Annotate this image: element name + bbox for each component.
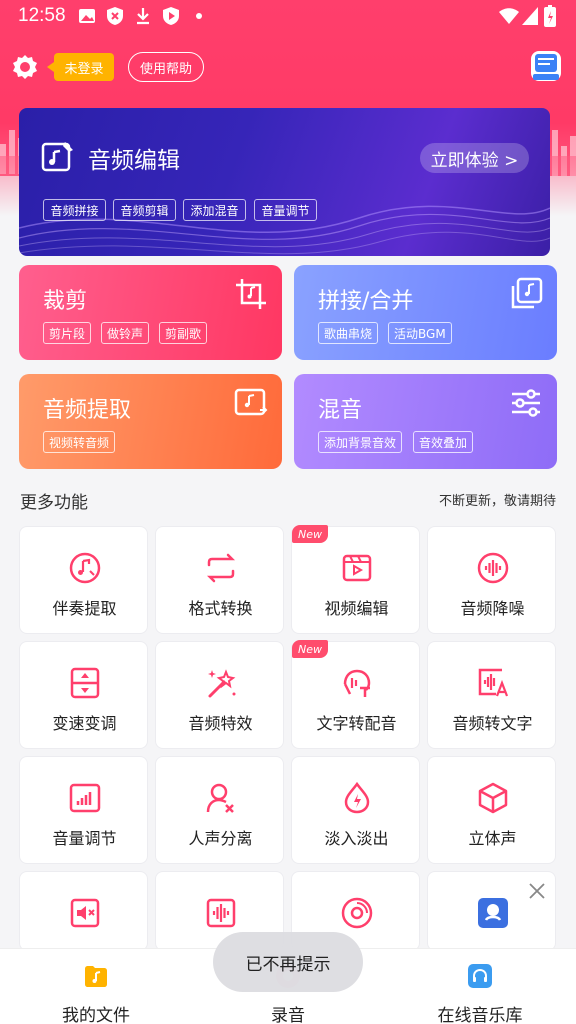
tile-vocal-separation[interactable]: 人声分离 bbox=[155, 756, 284, 864]
tile-audio-to-text[interactable]: 音频转文字 bbox=[427, 641, 556, 749]
tile-label: 格式转换 bbox=[188, 599, 253, 618]
download-icon bbox=[137, 8, 149, 25]
try-now-button[interactable]: 立即体验 > bbox=[420, 143, 529, 173]
audio-edit-icon bbox=[41, 142, 73, 172]
card-tag: 剪副歌 bbox=[159, 322, 208, 344]
folder-music-icon bbox=[85, 966, 107, 987]
tile-label: 音频降噪 bbox=[460, 599, 525, 618]
settings-gear-icon[interactable] bbox=[10, 52, 40, 82]
card-title: 音频提取 bbox=[43, 398, 132, 423]
nav-label: 录音 bbox=[271, 1006, 305, 1024]
card-tag: 剪片段 bbox=[43, 322, 92, 344]
nav-label: 在线音乐库 bbox=[437, 1006, 523, 1024]
image-icon bbox=[79, 9, 95, 23]
tile-volume-adjust[interactable]: 音量调节 bbox=[19, 756, 148, 864]
crop-card[interactable]: 裁剪 剪片段 做铃声 剪副歌 bbox=[19, 265, 282, 360]
mix-card[interactable]: 混音 添加背景音效 音效叠加 bbox=[294, 374, 557, 469]
tile-speed-pitch[interactable]: 变速变调 bbox=[19, 641, 148, 749]
card-tag: 音效叠加 bbox=[413, 431, 474, 453]
help-button[interactable]: 使用帮助 bbox=[128, 52, 204, 82]
notification-dot bbox=[196, 13, 202, 19]
headphones-icon bbox=[468, 964, 492, 988]
feedback-icon[interactable] bbox=[528, 48, 564, 84]
card-title: 混音 bbox=[318, 398, 363, 423]
volume-bars-icon bbox=[69, 783, 101, 813]
shield-icon bbox=[107, 7, 123, 25]
cube-icon bbox=[478, 782, 508, 814]
tile-label: 变速变调 bbox=[52, 714, 117, 733]
banner-tag: 音频拼接 bbox=[43, 199, 106, 221]
banner-tag: 音量调节 bbox=[254, 199, 317, 221]
more-features-subtitle: 不断更新，敬请期待 bbox=[438, 494, 556, 509]
fade-icon bbox=[344, 781, 370, 814]
card-title: 拼接/合并 bbox=[318, 289, 414, 314]
voice-assistant-icon bbox=[478, 898, 508, 928]
login-status-badge[interactable]: 未登录 bbox=[47, 53, 114, 81]
new-badge: New bbox=[292, 525, 328, 543]
battery-icon bbox=[544, 5, 556, 27]
join-merge-card[interactable]: 拼接/合并 歌曲串烧 活动BGM bbox=[294, 265, 557, 360]
banner-title: 音频编辑 bbox=[88, 148, 180, 174]
card-tag: 歌曲串烧 bbox=[318, 322, 379, 344]
wifi-icon bbox=[499, 8, 519, 24]
tile-label: 视频编辑 bbox=[324, 599, 389, 618]
mixer-sliders-icon bbox=[512, 389, 540, 417]
repeat-icon bbox=[206, 553, 236, 583]
merge-icon bbox=[511, 277, 543, 309]
signal-icon bbox=[522, 7, 538, 25]
audio-extract-icon bbox=[234, 388, 268, 416]
magic-wand-icon bbox=[208, 669, 236, 698]
tile-label: 音频转文字 bbox=[452, 714, 533, 733]
tile-fade-in-out[interactable]: 淡入淡出 bbox=[291, 756, 420, 864]
audio-edit-banner[interactable] bbox=[19, 108, 550, 256]
soundwave-icon bbox=[477, 552, 509, 584]
tts-icon bbox=[343, 669, 371, 697]
new-badge: New bbox=[292, 640, 328, 658]
mute-icon bbox=[70, 898, 100, 928]
tile-label: 立体声 bbox=[468, 829, 517, 848]
disc-icon bbox=[341, 897, 373, 929]
tile-label: 淡入淡出 bbox=[324, 829, 389, 848]
tile-label: 人声分离 bbox=[188, 829, 253, 848]
crop-icon bbox=[236, 279, 266, 309]
tile-label: 文字转配音 bbox=[316, 714, 397, 733]
tile-accompaniment-extract[interactable]: 伴奏提取 bbox=[19, 526, 148, 634]
tile-format-convert[interactable]: 格式转换 bbox=[155, 526, 284, 634]
speed-icon bbox=[70, 667, 100, 699]
music-note-icon bbox=[69, 552, 101, 584]
card-tag: 做铃声 bbox=[101, 322, 150, 344]
card-tag: 视频转音频 bbox=[43, 431, 116, 453]
tile-text-to-speech[interactable]: New 文字转配音 bbox=[291, 640, 420, 749]
play-shield-icon bbox=[163, 7, 179, 25]
audio-to-text-icon bbox=[478, 668, 509, 697]
tile-stereo[interactable]: 立体声 bbox=[427, 756, 556, 864]
card-tag: 添加背景音效 bbox=[318, 431, 403, 453]
tile-label: 伴奏提取 bbox=[52, 599, 117, 618]
tile-video-edit[interactable]: New 视频编辑 bbox=[291, 525, 420, 634]
more-features-title: 更多功能 bbox=[20, 493, 88, 513]
banner-tag: 添加混音 bbox=[183, 199, 246, 221]
tile-mute[interactable] bbox=[19, 871, 148, 951]
waveform-box-icon bbox=[206, 898, 236, 928]
card-title: 裁剪 bbox=[43, 289, 88, 314]
status-time: 12:58 bbox=[18, 5, 66, 26]
video-edit-icon bbox=[342, 554, 372, 582]
status-bar: 12:58 bbox=[0, 0, 576, 32]
tile-label: 音量调节 bbox=[52, 829, 117, 848]
nav-online-library[interactable]: 在线音乐库 bbox=[400, 959, 560, 1024]
audio-extract-card[interactable]: 音频提取 视频转音频 bbox=[19, 374, 282, 469]
nav-my-files[interactable]: 我的文件 bbox=[16, 959, 176, 1024]
nav-label: 我的文件 bbox=[62, 1006, 130, 1024]
close-icon[interactable] bbox=[528, 882, 546, 900]
tile-audio-effects[interactable]: 音频特效 bbox=[155, 641, 284, 749]
wave-decoration bbox=[19, 205, 550, 255]
banner-tag: 音频剪辑 bbox=[113, 199, 176, 221]
card-tag: 活动BGM bbox=[388, 322, 452, 344]
toast-message: 已不再提示 bbox=[213, 932, 363, 992]
voice-separate-icon bbox=[206, 783, 234, 813]
tile-noise-reduction[interactable]: 音频降噪 bbox=[427, 526, 556, 634]
tile-label: 音频特效 bbox=[188, 714, 253, 733]
